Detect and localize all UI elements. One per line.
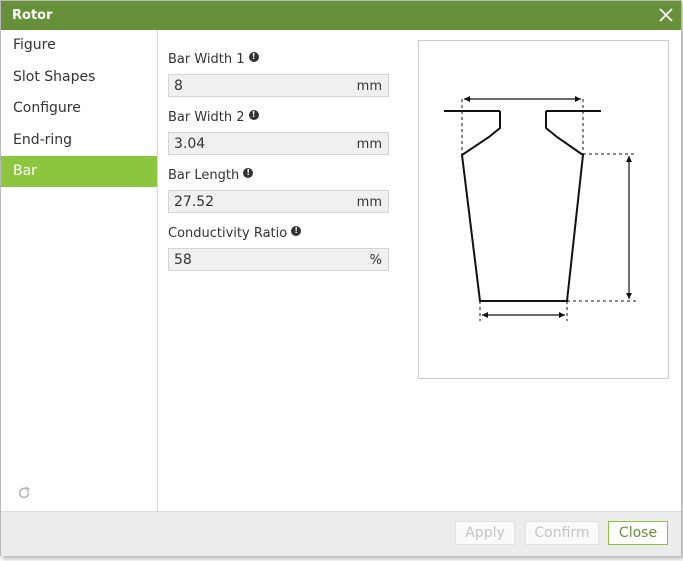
conductivity-ratio-value: 58 — [174, 252, 192, 268]
bar-length-label: Bar Length! — [168, 168, 254, 183]
conductivity-ratio-input[interactable]: 58 % — [168, 248, 389, 271]
bar-width-2-value: 3.04 — [174, 136, 206, 152]
conductivity-ratio-label: Conductivity Ratio! — [168, 226, 302, 241]
apply-button[interactable]: Apply — [455, 521, 515, 545]
bar-length-input[interactable]: 27.52 mm — [168, 190, 389, 213]
bar-length-value: 27.52 — [174, 194, 215, 210]
conductivity-ratio-label-text: Conductivity Ratio — [168, 226, 288, 241]
info-icon[interactable]: ! — [243, 168, 254, 178]
bar-length-unit: mm — [356, 195, 382, 210]
bar-width-1-label-text: Bar Width 1 — [168, 52, 245, 67]
bar-width-2-label-text: Bar Width 2 — [168, 110, 245, 125]
title-bar: Rotor — [1, 1, 681, 30]
bar-shape-figure-panel — [418, 40, 669, 379]
info-icon[interactable]: ! — [248, 110, 259, 120]
bar-width-2-label: Bar Width 2! — [168, 110, 259, 125]
rotor-dialog: Rotor Figure Slot Shapes Configure End-r… — [0, 0, 682, 556]
close-button[interactable]: Close — [608, 521, 668, 545]
refresh-icon[interactable] — [16, 485, 32, 501]
bar-length-label-text: Bar Length — [168, 168, 240, 183]
conductivity-ratio-unit: % — [369, 253, 382, 268]
bar-width-1-input[interactable]: 8 mm — [168, 74, 389, 97]
dialog-title: Rotor — [12, 8, 53, 23]
bar-width-1-unit: mm — [356, 79, 382, 94]
sidebar: Figure Slot Shapes Configure End-ring Ba… — [1, 30, 158, 511]
bar-width-1-label: Bar Width 1! — [168, 52, 259, 67]
sidebar-item-bar[interactable]: Bar — [1, 156, 157, 187]
close-icon[interactable] — [657, 6, 675, 24]
sidebar-item-figure[interactable]: Figure — [1, 30, 157, 61]
confirm-button[interactable]: Confirm — [525, 521, 599, 545]
bar-width-2-unit: mm — [356, 137, 382, 152]
info-icon[interactable]: ! — [291, 226, 302, 236]
bar-width-1-value: 8 — [174, 78, 183, 94]
info-icon[interactable]: ! — [248, 52, 259, 62]
sidebar-item-slot-shapes[interactable]: Slot Shapes — [1, 62, 157, 93]
sidebar-item-end-ring[interactable]: End-ring — [1, 125, 157, 156]
bar-shape-diagram — [444, 96, 637, 321]
dialog-footer: Apply Confirm Close — [1, 511, 681, 556]
bar-width-2-input[interactable]: 3.04 mm — [168, 132, 389, 155]
sidebar-item-configure[interactable]: Configure — [1, 93, 157, 124]
